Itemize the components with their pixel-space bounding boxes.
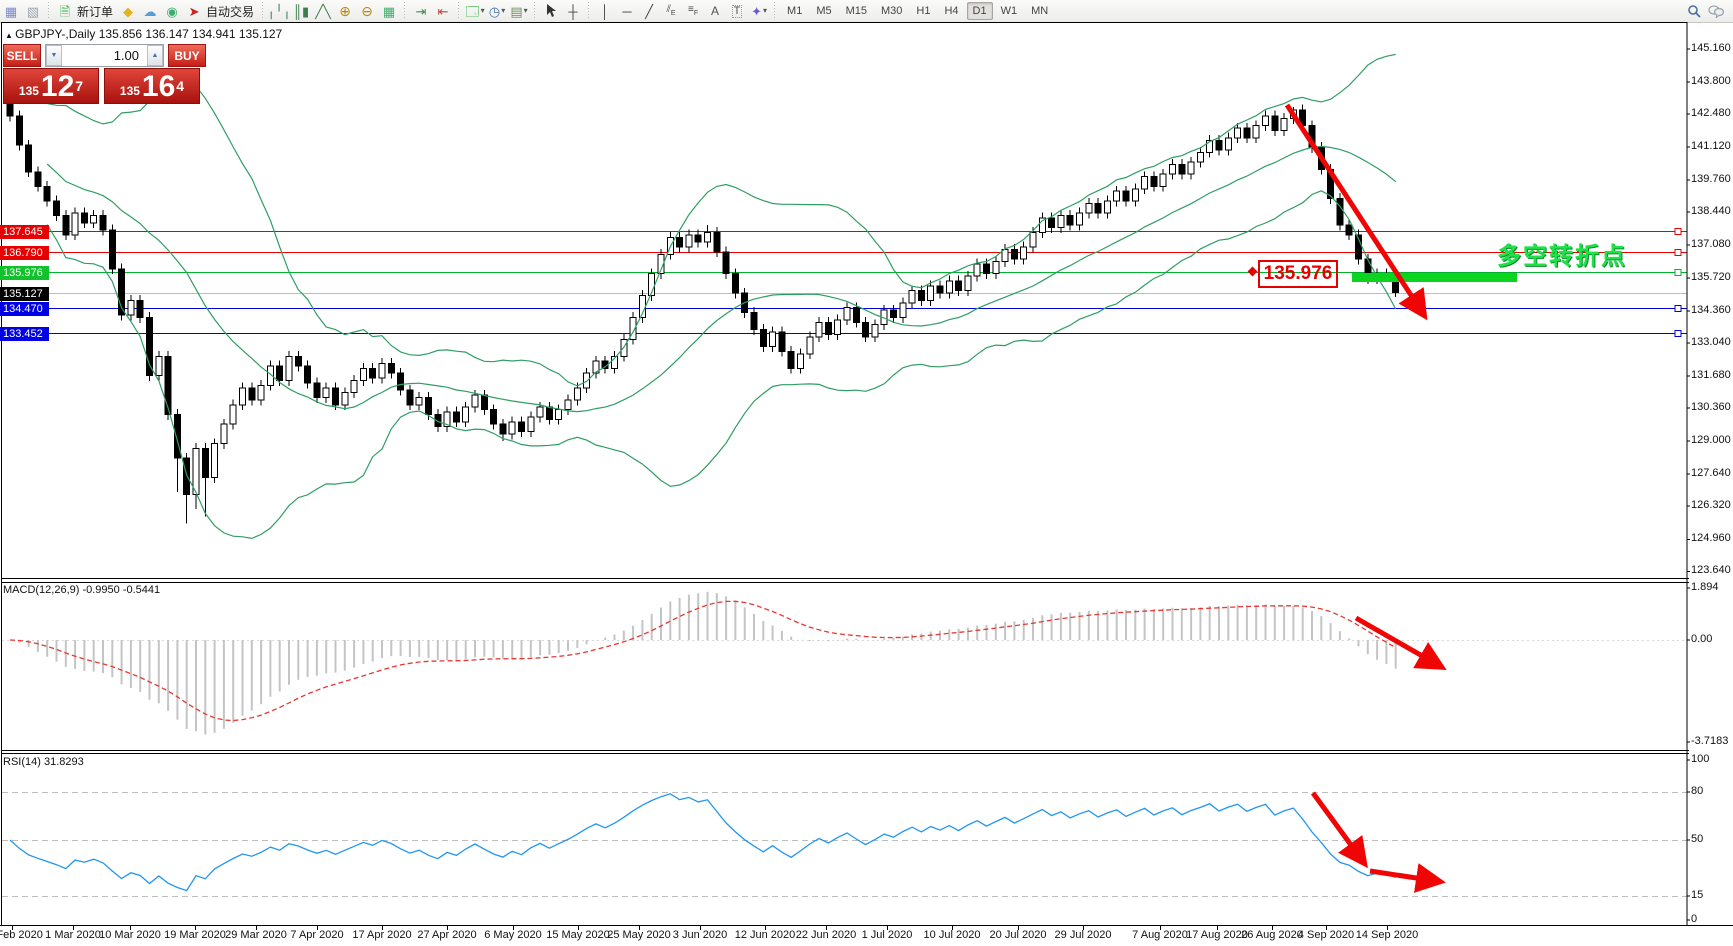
- price-line-label: 133.452: [0, 327, 49, 341]
- price-line-label: 134.470: [0, 302, 49, 316]
- buy-button[interactable]: BUY: [168, 44, 206, 67]
- chart-canvas[interactable]: [0, 0, 1733, 946]
- date-axis-label: 25 May 2020: [607, 929, 671, 941]
- chart-window-icon: ▲: [5, 31, 15, 40]
- macd-label: MACD(12,26,9) -0.9950 -0.5441: [3, 584, 160, 596]
- rsi-axis-tick: 0: [1691, 913, 1697, 925]
- volume-up-button[interactable]: ▲: [147, 45, 163, 66]
- date-axis-label: 4 Sep 2020: [1298, 929, 1354, 941]
- price-axis-tick: 145.160: [1691, 42, 1731, 54]
- price-line-label: 135.127: [0, 287, 49, 301]
- volume-input[interactable]: 1.00: [62, 45, 147, 66]
- buy-price-sup: 4: [176, 71, 184, 101]
- date-axis-label: 10 Jul 2020: [924, 929, 981, 941]
- date-axis-label: 17 Apr 2020: [352, 929, 411, 941]
- sell-button[interactable]: SELL: [3, 44, 41, 67]
- price-axis-tick: 139.760: [1691, 173, 1731, 185]
- date-axis-label: 3 Jun 2020: [673, 929, 727, 941]
- price-axis-tick: 131.680: [1691, 369, 1731, 381]
- price-note-box[interactable]: 135.976: [1258, 260, 1338, 288]
- date-axis-label: 7 Aug 2020: [1132, 929, 1188, 941]
- rsi-label: RSI(14) 31.8293: [3, 756, 84, 768]
- date-axis-label: 10 Mar 2020: [99, 929, 161, 941]
- price-line-label: 135.976: [0, 266, 49, 280]
- rsi-axis-tick: 80: [1691, 785, 1703, 797]
- macd-axis-tick: -3.7183: [1691, 735, 1728, 747]
- price-line-label: 136.790: [0, 246, 49, 260]
- date-axis-label: 14 Sep 2020: [1356, 929, 1418, 941]
- price-axis-tick: 142.480: [1691, 107, 1731, 119]
- date-axis-label: 12 Jun 2020: [735, 929, 796, 941]
- macd-axis-tick: 1.894: [1691, 581, 1719, 593]
- buy-price[interactable]: 135164: [104, 68, 200, 104]
- price-axis-tick: 134.360: [1691, 304, 1731, 316]
- price-axis-tick: 123.640: [1691, 564, 1731, 576]
- price-axis-tick: 124.960: [1691, 532, 1731, 544]
- price-axis-tick: 141.120: [1691, 140, 1731, 152]
- price-axis-tick: 127.640: [1691, 467, 1731, 479]
- volume-down-button[interactable]: ▼: [46, 45, 62, 66]
- date-axis-label: 19 Mar 2020: [164, 929, 226, 941]
- mt4-window: ▦ ▧ 🗎 新订单 ◆ ☁ ◉ ➤ 自动交易 ╷╵╷ ║▮ ╱╲ ⊕ ⊖ ▦ ⇥…: [0, 0, 1733, 946]
- price-line-label: 137.645: [0, 225, 49, 239]
- date-axis-label: 7 Apr 2020: [290, 929, 343, 941]
- buy-price-big: 16: [142, 73, 175, 101]
- price-axis-tick: 130.360: [1691, 401, 1731, 413]
- sell-price-prefix: 135: [19, 81, 39, 101]
- date-axis-label: 27 Apr 2020: [417, 929, 476, 941]
- buy-price-prefix: 135: [120, 81, 140, 101]
- volume-stepper: ▼ 1.00 ▲: [45, 44, 164, 67]
- turning-point-note[interactable]: 多空转折点: [1497, 236, 1627, 271]
- sell-price[interactable]: 135127: [3, 68, 99, 104]
- rsi-axis-tick: 50: [1691, 833, 1703, 845]
- rsi-axis-tick: 15: [1691, 889, 1703, 901]
- sell-price-big: 12: [41, 73, 74, 101]
- date-axis-label: 26 Aug 2020: [1241, 929, 1303, 941]
- date-axis-label: 22 Jun 2020: [796, 929, 857, 941]
- chart-title: ▲ GBPJPY-,Daily 135.856 136.147 134.941 …: [5, 27, 282, 41]
- date-axis-label: 20 Feb 2020: [0, 929, 43, 941]
- price-axis-tick: 135.720: [1691, 271, 1731, 283]
- date-axis-label: 6 May 2020: [484, 929, 541, 941]
- date-axis-label: 17 Aug 2020: [1186, 929, 1248, 941]
- one-click-trading-panel: SELL ▼ 1.00 ▲ BUY 135127 135164: [3, 44, 206, 104]
- macd-axis-tick: 0.00: [1691, 633, 1712, 645]
- price-axis-tick: 126.320: [1691, 499, 1731, 511]
- date-axis-label: 20 Jul 2020: [990, 929, 1047, 941]
- date-axis-label: 1 Jul 2020: [862, 929, 913, 941]
- sell-price-sup: 7: [75, 71, 83, 101]
- rsi-axis-tick: 100: [1691, 753, 1709, 765]
- date-axis-label: 1 Mar 2020: [45, 929, 101, 941]
- date-axis-label: 15 May 2020: [546, 929, 610, 941]
- price-axis-tick: 129.000: [1691, 434, 1731, 446]
- price-axis-tick: 143.800: [1691, 75, 1731, 87]
- price-axis-tick: 138.440: [1691, 205, 1731, 217]
- date-axis-label: 29 Mar 2020: [225, 929, 287, 941]
- price-note-text: 135.976: [1264, 263, 1333, 285]
- date-axis-label: 29 Jul 2020: [1055, 929, 1112, 941]
- price-axis-tick: 137.080: [1691, 238, 1731, 250]
- price-axis-tick: 133.040: [1691, 336, 1731, 348]
